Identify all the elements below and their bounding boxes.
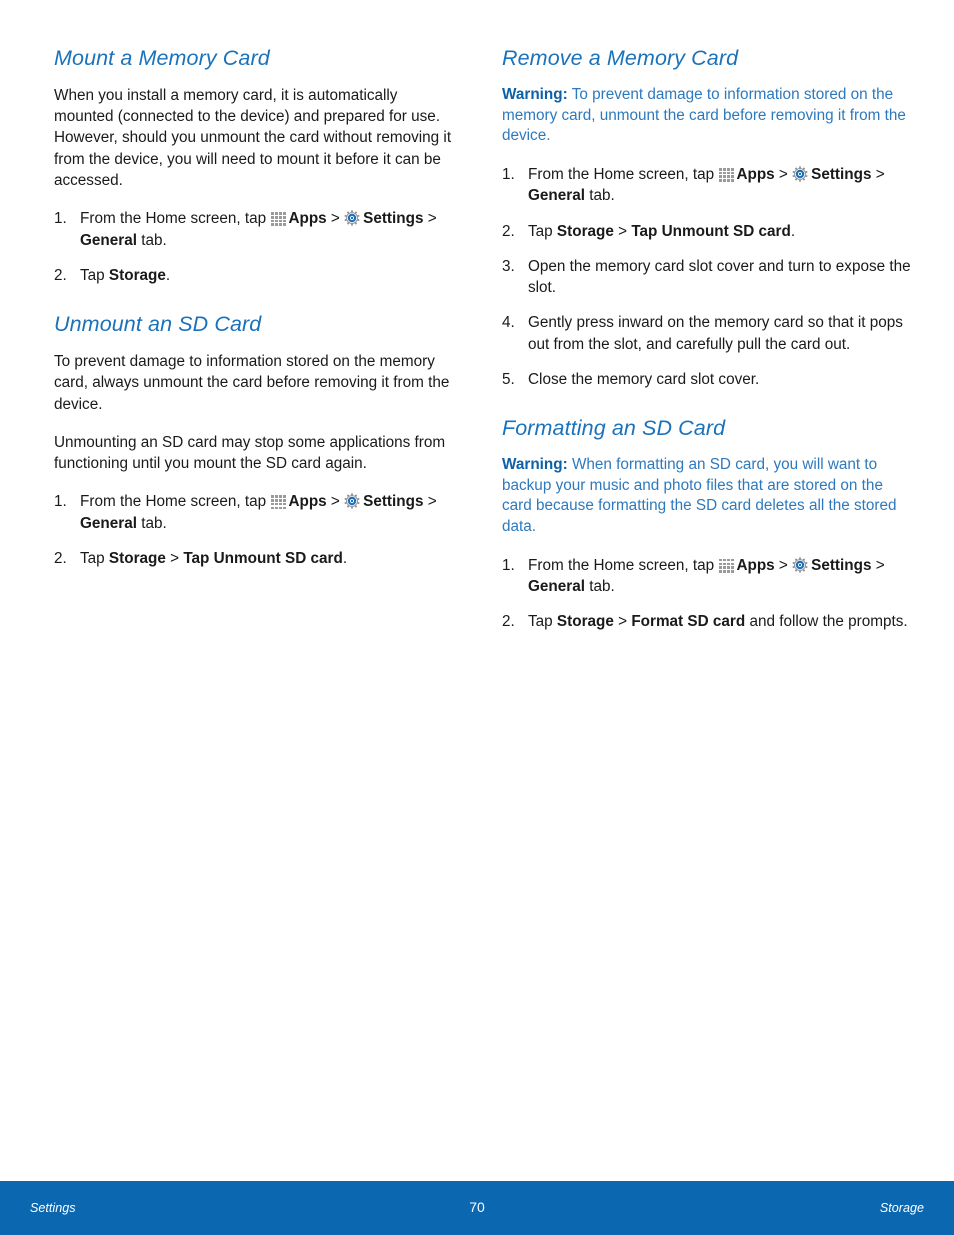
emphasis-text: Settings — [811, 165, 872, 183]
right-column: Remove a Memory Card Warning: To prevent … — [502, 46, 954, 633]
emphasis-text: General — [528, 187, 585, 205]
emphasis-text: Apps — [736, 165, 775, 183]
settings-gear-icon — [792, 166, 808, 182]
step-item: From the Home screen, tap Apps > Setting… — [54, 491, 437, 532]
emphasis-text: Settings — [363, 210, 424, 228]
warning-paragraph: Warning: When formatting an SD card, you… — [502, 455, 914, 538]
section-heading: Mount a Memory Card — [54, 46, 270, 70]
document-page: Mount a Memory Card When you install a me… — [0, 0, 954, 1181]
apps-grid-icon — [719, 558, 734, 573]
apps-grid-icon — [271, 494, 286, 510]
footer-section-label: Storage — [879, 1201, 924, 1215]
apps-grid-icon — [271, 211, 286, 226]
step-item: From the Home screen, tap Apps > Setting… — [502, 164, 885, 205]
numbered-step-list: From the Home screen, tap Apps > Setting… — [54, 208, 456, 286]
section-heading: Remove a Memory Card — [502, 46, 739, 70]
numbered-step-list: From the Home screen, tap Apps > Setting… — [54, 491, 456, 569]
two-column-body: Mount a Memory Card When you install a me… — [0, 46, 954, 633]
section-heading: Unmount an SD Card — [54, 312, 262, 337]
emphasis-text: Settings — [811, 556, 872, 574]
emphasis-text: Format SD card — [631, 613, 746, 631]
step-item: Close the memory card slot cover. — [502, 369, 760, 391]
settings-gear-icon — [344, 493, 360, 510]
warning-label: Warning: — [502, 85, 568, 103]
emphasis-text: Apps — [288, 210, 327, 228]
emphasis-text: General — [80, 514, 137, 532]
emphasis-text: Tap Unmount SD card — [631, 222, 791, 240]
numbered-step-list: From the Home screen, tap Apps > Setting… — [502, 164, 914, 391]
emphasis-text: Storage — [108, 266, 166, 284]
content-section: Formatting an SD Card Warning: When forma… — [502, 416, 914, 633]
emphasis-text: Apps — [736, 556, 775, 574]
step-item: Gently press inward on the memory card s… — [502, 312, 903, 353]
emphasis-text: Settings — [363, 493, 424, 511]
apps-grid-icon — [719, 167, 734, 182]
page-footer: Settings 70 Storage — [0, 1181, 954, 1235]
settings-gear-icon — [792, 557, 808, 573]
warning-paragraph: Warning: To prevent damage to informatio… — [502, 85, 914, 147]
settings-gear-icon — [344, 210, 360, 226]
step-item: Tap Storage > Tap Unmount SD card. — [54, 548, 348, 570]
step-item: Tap Storage. — [54, 265, 171, 287]
emphasis-text: Tap Unmount SD card — [183, 550, 343, 568]
emphasis-text: Storage — [556, 613, 614, 631]
numbered-step-list: From the Home screen, tap Apps > Setting… — [502, 555, 914, 633]
emphasis-text: Storage — [556, 222, 614, 240]
emphasis-text: General — [528, 578, 585, 596]
warning-label: Warning: — [502, 456, 568, 474]
body-paragraph: Unmounting an SD card may stop some appl… — [54, 433, 446, 473]
content-section: Mount a Memory Card When you install a me… — [54, 46, 456, 286]
step-item: Tap Storage > Format SD card and follow … — [502, 611, 908, 633]
footer-page-number: 70 — [469, 1199, 485, 1215]
body-paragraph: When you install a memory card, it is au… — [54, 86, 452, 189]
emphasis-text: Apps — [288, 493, 327, 511]
step-item: From the Home screen, tap Apps > Setting… — [502, 555, 885, 596]
step-item: Open the memory card slot cover and turn… — [502, 256, 911, 297]
content-section: Remove a Memory Card Warning: To prevent … — [502, 46, 914, 391]
step-item: Tap Storage > Tap Unmount SD card. — [502, 221, 796, 243]
section-heading: Formatting an SD Card — [502, 416, 726, 441]
emphasis-text: General — [80, 231, 137, 249]
emphasis-text: Storage — [108, 550, 166, 568]
content-section: Unmount an SD Card To prevent damage to i… — [54, 312, 456, 569]
left-column: Mount a Memory Card When you install a me… — [0, 46, 502, 633]
body-paragraph: To prevent damage to information stored … — [54, 352, 450, 413]
step-item: From the Home screen, tap Apps > Setting… — [54, 208, 437, 249]
